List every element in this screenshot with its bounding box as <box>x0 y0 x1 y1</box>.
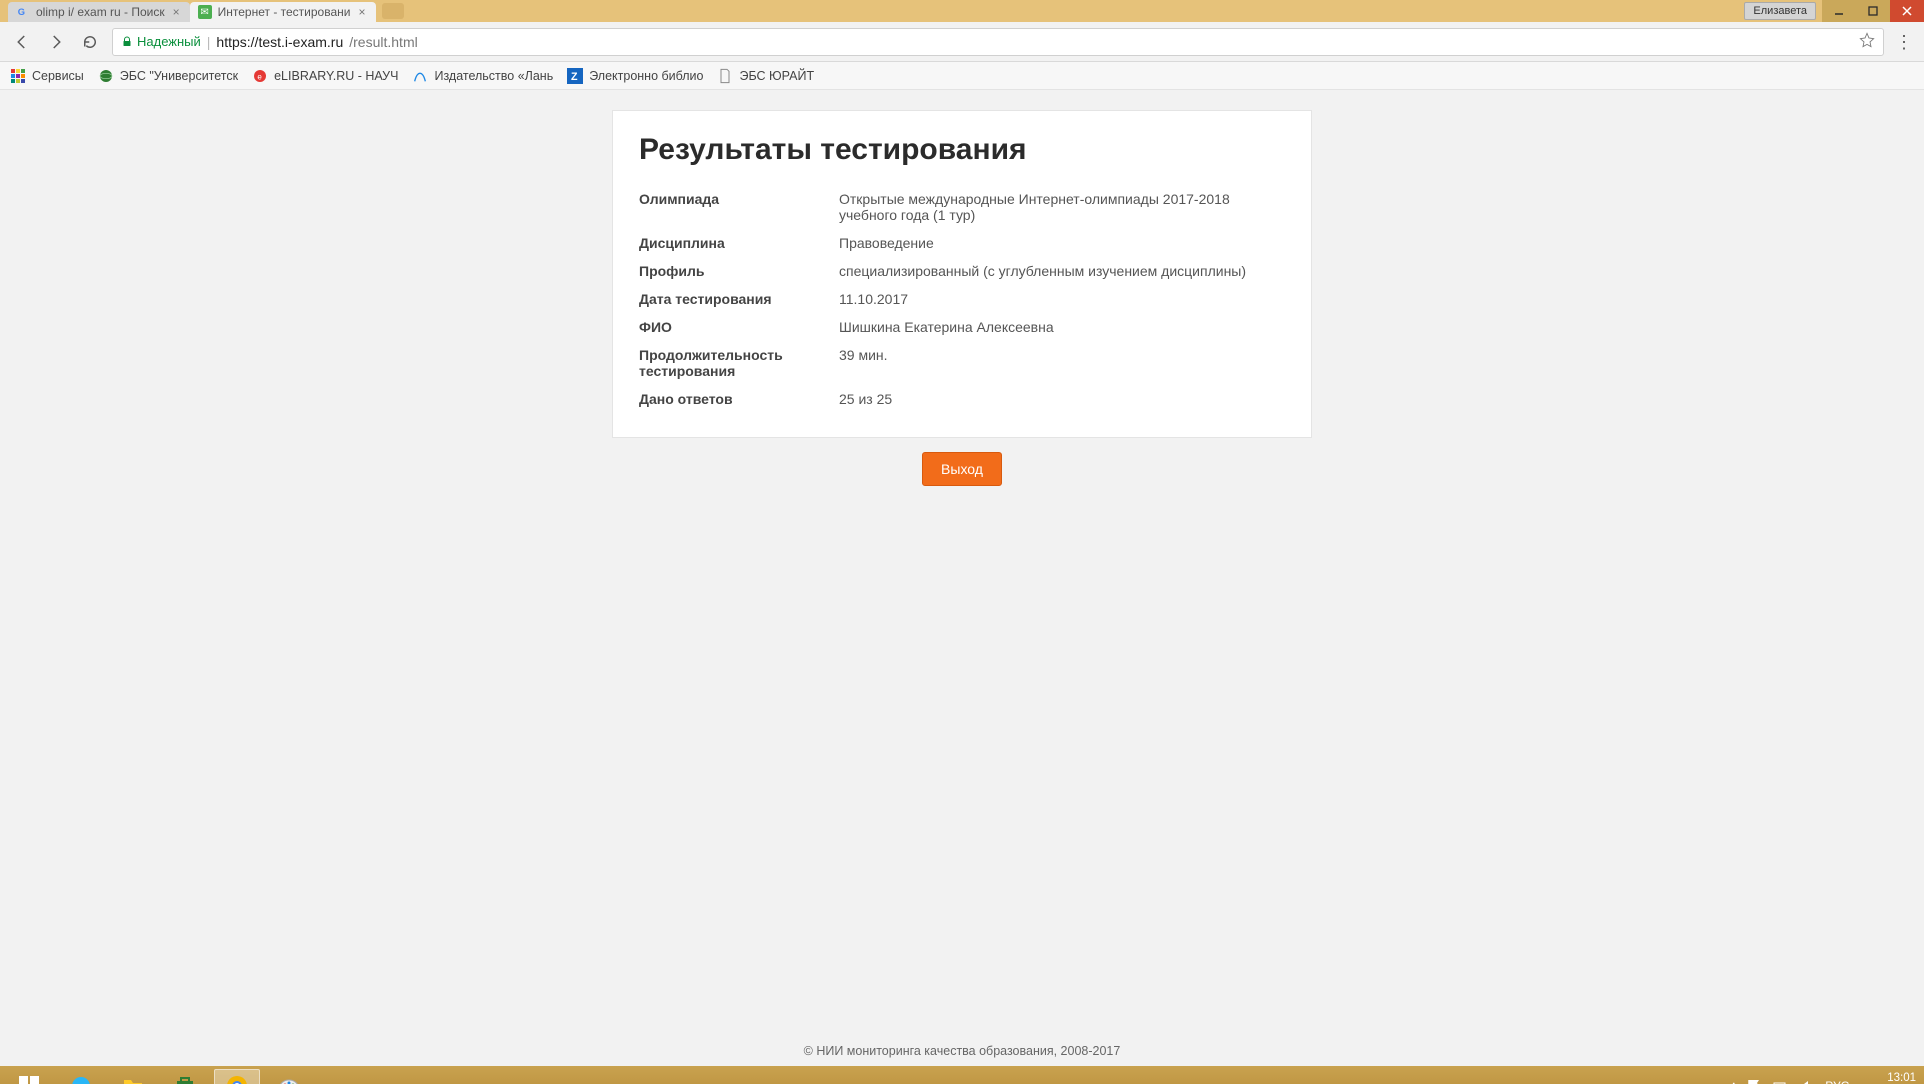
tray-battery-icon[interactable] <box>1773 1078 1789 1084</box>
bookmark-znanium[interactable]: Z Электронно библио <box>567 68 703 84</box>
tab-title: Интернет - тестировани <box>218 5 351 19</box>
bookmark-label: ЭБС ЮРАЙТ <box>739 69 814 83</box>
secure-label: Надежный <box>137 34 201 49</box>
bookmark-label: Электронно библио <box>589 69 703 83</box>
tray-time: 13:01 <box>1859 1072 1916 1084</box>
tray-flag-icon[interactable] <box>1747 1078 1763 1084</box>
browser-tabs: G olimp i/ exam ru - Поиск × ✉ Интернет … <box>0 0 404 22</box>
row-duration: Продолжительность тестирования39 мин. <box>639 341 1285 385</box>
browser-tab-google[interactable]: G olimp i/ exam ru - Поиск × <box>8 2 190 22</box>
tray-clock[interactable]: 13:01 11.10.2017 <box>1859 1072 1916 1084</box>
nav-reload-button[interactable] <box>78 30 102 54</box>
value: Правоведение <box>839 235 1285 251</box>
bookmarks-bar: Сервисы ЭБС "Университетск e eLIBRARY.RU… <box>0 62 1924 90</box>
results-card: Результаты тестирования ОлимпиадаОткрыты… <box>612 110 1312 438</box>
url-path: /result.html <box>349 34 417 50</box>
value: 39 мин. <box>839 347 1285 363</box>
nav-back-button[interactable] <box>10 30 34 54</box>
bookmark-lan[interactable]: Издательство «Лань <box>412 68 553 84</box>
bookmark-label: ЭБС "Университетск <box>120 69 238 83</box>
svg-text:Z: Z <box>571 71 578 83</box>
exit-button[interactable]: Выход <box>922 452 1002 486</box>
tab-close-icon[interactable]: × <box>358 5 365 19</box>
row-profile: Профильспециализированный (с углубленным… <box>639 257 1285 285</box>
value: специализированный (с углубленным изучен… <box>839 263 1285 279</box>
svg-text:G: G <box>18 7 25 17</box>
bookmark-label: Сервисы <box>32 69 84 83</box>
label: ФИО <box>639 319 839 335</box>
mail-favicon-icon: ✉ <box>198 5 212 19</box>
secure-indicator: Надежный <box>121 34 201 49</box>
window-minimize-button[interactable] <box>1822 0 1856 22</box>
taskbar-ie[interactable] <box>58 1069 104 1084</box>
elibrary-icon: e <box>252 68 268 84</box>
svg-text:e: e <box>257 72 262 81</box>
bookmark-star-icon[interactable] <box>1859 32 1875 51</box>
z-icon: Z <box>567 68 583 84</box>
page-viewport: Результаты тестирования ОлимпиадаОткрыты… <box>0 90 1924 1066</box>
row-discipline: ДисциплинаПравоведение <box>639 229 1285 257</box>
row-date: Дата тестирования11.10.2017 <box>639 285 1285 313</box>
window-titlebar: G olimp i/ exam ru - Поиск × ✉ Интернет … <box>0 0 1924 22</box>
chrome-user-chip[interactable]: Елизавета <box>1744 2 1816 20</box>
value: 25 из 25 <box>839 391 1285 407</box>
windows-taskbar: ˄ РУС 13:01 11.10.2017 <box>0 1066 1924 1084</box>
page-title: Результаты тестирования <box>639 133 1285 167</box>
window-close-button[interactable] <box>1890 0 1924 22</box>
system-tray: ˄ РУС 13:01 11.10.2017 <box>1730 1066 1916 1084</box>
window-maximize-button[interactable] <box>1856 0 1890 22</box>
tray-overflow-icon[interactable]: ˄ <box>1730 1079 1737 1084</box>
google-favicon-icon: G <box>16 5 30 19</box>
nav-forward-button[interactable] <box>44 30 68 54</box>
row-answered: Дано ответов25 из 25 <box>639 385 1285 413</box>
browser-tab-iexam[interactable]: ✉ Интернет - тестировани × <box>190 2 376 22</box>
page-footer: © НИИ мониторинга качества образования, … <box>0 1038 1924 1066</box>
label: Дата тестирования <box>639 291 839 307</box>
globe-icon <box>98 68 114 84</box>
taskbar-store[interactable] <box>162 1069 208 1084</box>
url-host: https://test.i-exam.ru <box>216 34 343 50</box>
lan-icon <box>412 68 428 84</box>
tray-language[interactable]: РУС <box>1825 1079 1849 1084</box>
apps-grid-icon <box>10 68 26 84</box>
taskbar-chrome[interactable] <box>214 1069 260 1084</box>
bookmark-label: eLIBRARY.RU - НАУЧ <box>274 69 398 83</box>
bookmark-elibrary[interactable]: e eLIBRARY.RU - НАУЧ <box>252 68 398 84</box>
bookmark-apps[interactable]: Сервисы <box>10 68 84 84</box>
separator: | <box>207 34 211 50</box>
chrome-menu-button[interactable]: ⋮ <box>1894 33 1914 51</box>
start-button[interactable] <box>6 1069 52 1084</box>
new-tab-button[interactable] <box>382 3 404 19</box>
bookmark-urait[interactable]: ЭБС ЮРАЙТ <box>717 68 814 84</box>
bookmark-label: Издательство «Лань <box>434 69 553 83</box>
row-fio: ФИОШишкина Екатерина Алексеевна <box>639 313 1285 341</box>
taskbar-explorer[interactable] <box>110 1069 156 1084</box>
value: Открытые международные Интернет-олимпиад… <box>839 191 1285 223</box>
label: Продолжительность тестирования <box>639 347 839 379</box>
tab-close-icon[interactable]: × <box>173 5 180 19</box>
browser-toolbar: Надежный | https://test.i-exam.ru/result… <box>0 22 1924 62</box>
tab-title: olimp i/ exam ru - Поиск <box>36 5 165 19</box>
lock-icon <box>121 36 133 48</box>
address-bar[interactable]: Надежный | https://test.i-exam.ru/result… <box>112 28 1884 56</box>
label: Дисциплина <box>639 235 839 251</box>
bookmark-ebs-univ[interactable]: ЭБС "Университетск <box>98 68 238 84</box>
label: Олимпиада <box>639 191 839 207</box>
value: Шишкина Екатерина Алексеевна <box>839 319 1285 335</box>
label: Профиль <box>639 263 839 279</box>
row-olympiad: ОлимпиадаОткрытые международные Интернет… <box>639 185 1285 229</box>
value: 11.10.2017 <box>839 291 1285 307</box>
taskbar-paint[interactable] <box>266 1069 312 1084</box>
document-icon <box>717 68 733 84</box>
tray-volume-icon[interactable] <box>1799 1078 1815 1084</box>
label: Дано ответов <box>639 391 839 407</box>
